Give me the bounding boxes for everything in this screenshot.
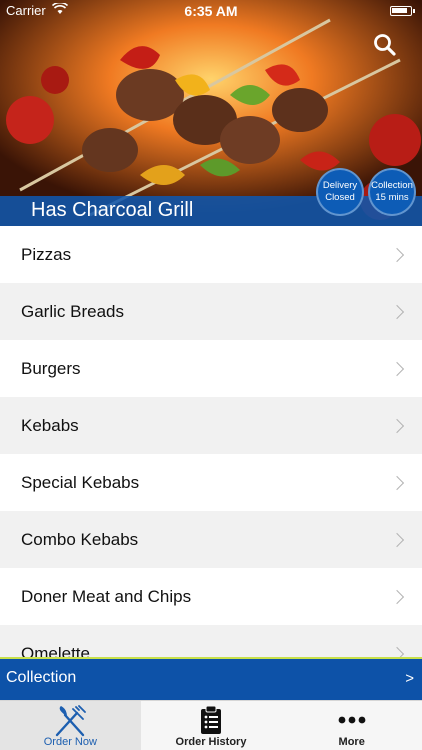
status-bar: Carrier 6:35 AM bbox=[0, 0, 422, 22]
menu-item-label: Omelette bbox=[21, 643, 90, 659]
clipboard-icon bbox=[201, 705, 221, 734]
menu-item-special-kebabs[interactable]: Special Kebabs bbox=[0, 454, 422, 511]
menu-category-list: Pizzas Garlic Breads Burgers Kebabs Spec… bbox=[0, 226, 422, 658]
chevron-right-icon bbox=[389, 532, 405, 547]
tab-more[interactable]: More bbox=[281, 701, 422, 750]
bottom-tab-bar: Order Now Order History More bbox=[0, 700, 422, 750]
chevron-right-icon bbox=[389, 475, 405, 490]
collection-badge-line1: Collection bbox=[371, 180, 413, 191]
chevron-right-icon bbox=[389, 589, 405, 604]
tab-label: Order Now bbox=[43, 736, 97, 748]
menu-item-combo-kebabs[interactable]: Combo Kebabs bbox=[0, 511, 422, 568]
clock-time: 6:35 AM bbox=[184, 3, 238, 19]
menu-item-label: Burgers bbox=[21, 358, 81, 378]
menu-item-label: Pizzas bbox=[21, 244, 72, 264]
menu-item-label: Combo Kebabs bbox=[21, 529, 139, 549]
menu-item-label: Special Kebabs bbox=[21, 472, 140, 492]
restaurant-name: Has Charcoal Grill bbox=[31, 199, 194, 221]
search-button[interactable] bbox=[372, 32, 398, 58]
tab-label: More bbox=[338, 736, 365, 748]
collection-badge-line2: 15 mins bbox=[375, 192, 409, 203]
order-type-bar[interactable]: Collection > bbox=[0, 657, 422, 700]
chevron-right-icon bbox=[389, 361, 405, 376]
more-dots-icon bbox=[338, 716, 366, 724]
tab-order-history[interactable]: Order History bbox=[141, 701, 282, 750]
search-icon bbox=[374, 34, 396, 56]
chevron-right-icon bbox=[389, 304, 405, 319]
menu-item-doner-meat-and-chips[interactable]: Doner Meat and Chips bbox=[0, 568, 422, 625]
chevron-right-icon bbox=[389, 247, 405, 262]
menu-item-omelette[interactable]: Omelette bbox=[0, 625, 422, 658]
order-type-arrow: > bbox=[405, 670, 414, 687]
tab-order-now[interactable]: Order Now bbox=[0, 701, 141, 750]
delivery-status-badge: Delivery Closed bbox=[316, 168, 364, 216]
menu-item-garlic-breads[interactable]: Garlic Breads bbox=[0, 283, 422, 340]
order-type-label: Collection bbox=[6, 669, 77, 686]
menu-item-label: Garlic Breads bbox=[21, 301, 124, 321]
tab-label: Order History bbox=[175, 736, 247, 748]
menu-item-label: Doner Meat and Chips bbox=[21, 586, 192, 606]
battery-icon bbox=[390, 6, 415, 16]
menu-item-pizzas[interactable]: Pizzas bbox=[0, 226, 422, 283]
menu-item-kebabs[interactable]: Kebabs bbox=[0, 397, 422, 454]
delivery-badge-line1: Delivery bbox=[322, 180, 358, 191]
menu-item-label: Kebabs bbox=[21, 415, 79, 435]
collection-status-badge: Collection 15 mins bbox=[368, 168, 416, 216]
fork-knife-icon bbox=[56, 705, 87, 737]
delivery-badge-line2: Closed bbox=[325, 192, 355, 203]
menu-item-burgers[interactable]: Burgers bbox=[0, 340, 422, 397]
chevron-right-icon bbox=[389, 418, 405, 433]
